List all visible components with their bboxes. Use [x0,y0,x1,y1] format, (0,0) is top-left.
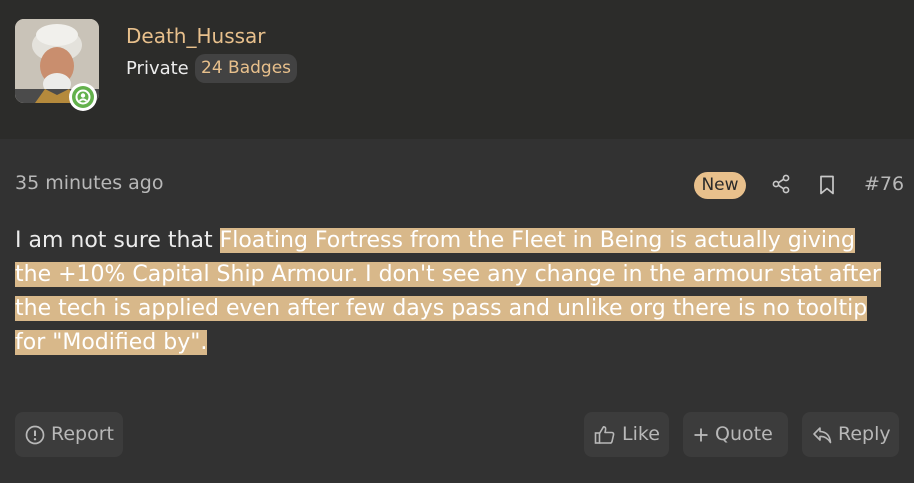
username[interactable]: Death_Hussar [126,23,266,49]
bookmark-icon[interactable] [819,175,835,195]
report-label: Report [51,423,114,445]
like-label: Like [622,423,660,445]
post-author-header: Death_Hussar Private 24 Badges [0,0,914,139]
quote-button[interactable]: Quote [683,412,788,457]
post-body: I am not sure that Floating Fortress fro… [15,224,895,360]
reply-button[interactable]: Reply [802,412,899,457]
post-timestamp[interactable]: 35 minutes ago [15,171,164,195]
post-text: I am not sure that [15,228,220,253]
quote-label: Quote [715,423,773,445]
reply-label: Reply [838,423,891,445]
reply-icon [813,426,832,443]
report-button[interactable]: Report [15,412,123,457]
like-button[interactable]: Like [584,412,669,457]
badges-count[interactable]: 24 Badges [195,54,298,83]
plus-icon [694,428,708,441]
alert-circle-icon [25,425,45,444]
share-icon[interactable] [771,174,791,194]
new-badge: New [694,172,746,199]
post-number[interactable]: #76 [864,172,904,196]
online-status-icon [69,83,97,111]
user-rank: Private [126,58,189,79]
thumbs-up-icon [594,425,615,444]
